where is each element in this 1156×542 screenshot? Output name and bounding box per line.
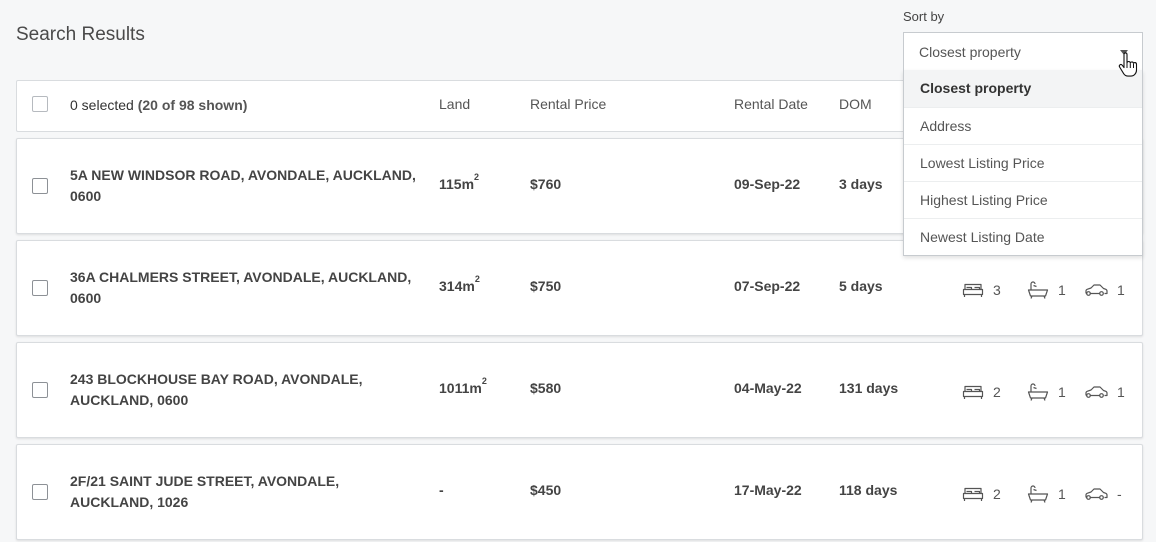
listing-rental-date: 17-May-22 <box>734 482 802 498</box>
bed-count: 3 <box>993 282 1001 298</box>
selection-summary: 0 selected (20 of 98 shown) <box>70 97 247 113</box>
bed-icon <box>962 282 984 298</box>
sort-by-label: Sort by <box>903 9 945 24</box>
land-value: 1011m <box>439 380 482 396</box>
column-rental-date[interactable]: Rental Date <box>734 96 808 112</box>
sort-option-lowest-listing-price[interactable]: Lowest Listing Price <box>904 144 1142 181</box>
car-icon <box>1084 487 1108 501</box>
listing-land: 314m2 <box>439 274 480 294</box>
land-unit-sup: 2 <box>474 274 480 284</box>
sort-select[interactable]: Closest property <box>903 32 1143 70</box>
land-value: 115m <box>439 176 475 192</box>
listing-dom: 131 days <box>839 380 899 396</box>
bath-count: 1 <box>1058 486 1066 502</box>
land-unit-sup: 2 <box>474 172 480 182</box>
listing-rental-date: 09-Sep-22 <box>734 176 801 192</box>
bed-icon <box>962 486 984 502</box>
bath-count: 1 <box>1058 282 1066 298</box>
listing-checkbox[interactable] <box>32 382 48 398</box>
listing-address[interactable]: 243 BLOCKHOUSE BAY ROAD, AVONDALE, AUCKL… <box>70 369 420 411</box>
sort-option-closest-property[interactable]: Closest property <box>904 70 1142 107</box>
listing-row[interactable]: 243 BLOCKHOUSE BAY ROAD, AVONDALE, AUCKL… <box>16 342 1143 438</box>
listing-rental-date: 04-May-22 <box>734 380 802 396</box>
listing-address[interactable]: 2F/21 SAINT JUDE STREET, AVONDALE, AUCKL… <box>70 471 420 513</box>
listing-rental-price: $580 <box>530 380 562 396</box>
hand-pointer-icon <box>1118 52 1138 77</box>
listing-rental-price: $760 <box>530 176 562 192</box>
listing-dom: 5 days <box>839 278 883 294</box>
select-all-checkbox[interactable] <box>32 96 48 112</box>
listing-rental-price: $750 <box>530 278 562 294</box>
column-rental-price[interactable]: Rental Price <box>530 96 606 112</box>
listing-address[interactable]: 5A NEW WINDSOR ROAD, AVONDALE, AUCKLAND,… <box>70 165 420 207</box>
listing-dom: 118 days <box>839 482 898 498</box>
listing-features: 2 1 1 <box>962 383 1125 401</box>
car-count: 1 <box>1117 384 1125 400</box>
bed-icon <box>962 384 984 400</box>
bath-icon <box>1027 281 1049 299</box>
listing-checkbox[interactable] <box>32 178 48 194</box>
bath-icon <box>1027 383 1049 401</box>
land-value: - <box>439 482 444 498</box>
listing-checkbox[interactable] <box>32 484 48 500</box>
column-land[interactable]: Land <box>439 96 470 112</box>
car-count: 1 <box>1117 282 1125 298</box>
sort-option-newest-listing-date[interactable]: Newest Listing Date <box>904 218 1142 255</box>
listing-rental-price: $450 <box>530 482 562 498</box>
bath-icon <box>1027 485 1049 503</box>
selected-count: 0 selected <box>70 97 134 113</box>
column-dom[interactable]: DOM <box>839 96 872 112</box>
listing-row[interactable]: 2F/21 SAINT JUDE STREET, AVONDALE, AUCKL… <box>16 444 1143 540</box>
sort-selected-value: Closest property <box>919 44 1021 60</box>
car-count: - <box>1117 486 1122 502</box>
listing-features: 2 1 - <box>962 485 1122 503</box>
shown-count: (20 of 98 shown) <box>137 97 248 113</box>
page-title: Search Results <box>16 24 145 45</box>
car-icon <box>1084 385 1108 399</box>
bed-count: 2 <box>993 486 1001 502</box>
listing-land: - <box>439 482 444 498</box>
sort-option-highest-listing-price[interactable]: Highest Listing Price <box>904 181 1142 218</box>
listing-land: 115m2 <box>439 172 479 192</box>
listing-rental-date: 07-Sep-22 <box>734 278 801 294</box>
bed-count: 2 <box>993 384 1001 400</box>
listing-address[interactable]: 36A CHALMERS STREET, AVONDALE, AUCKLAND,… <box>70 267 420 309</box>
sort-option-address[interactable]: Address <box>904 107 1142 144</box>
listing-land: 1011m2 <box>439 376 487 396</box>
sort-dropdown-menu: Closest property Address Lowest Listing … <box>903 70 1143 256</box>
bath-count: 1 <box>1058 384 1066 400</box>
land-value: 314m <box>439 278 475 294</box>
listing-dom: 3 days <box>839 176 883 192</box>
car-icon <box>1084 283 1108 297</box>
listing-checkbox[interactable] <box>32 280 48 296</box>
land-unit-sup: 2 <box>481 376 487 386</box>
listing-features: 3 1 1 <box>962 281 1125 299</box>
